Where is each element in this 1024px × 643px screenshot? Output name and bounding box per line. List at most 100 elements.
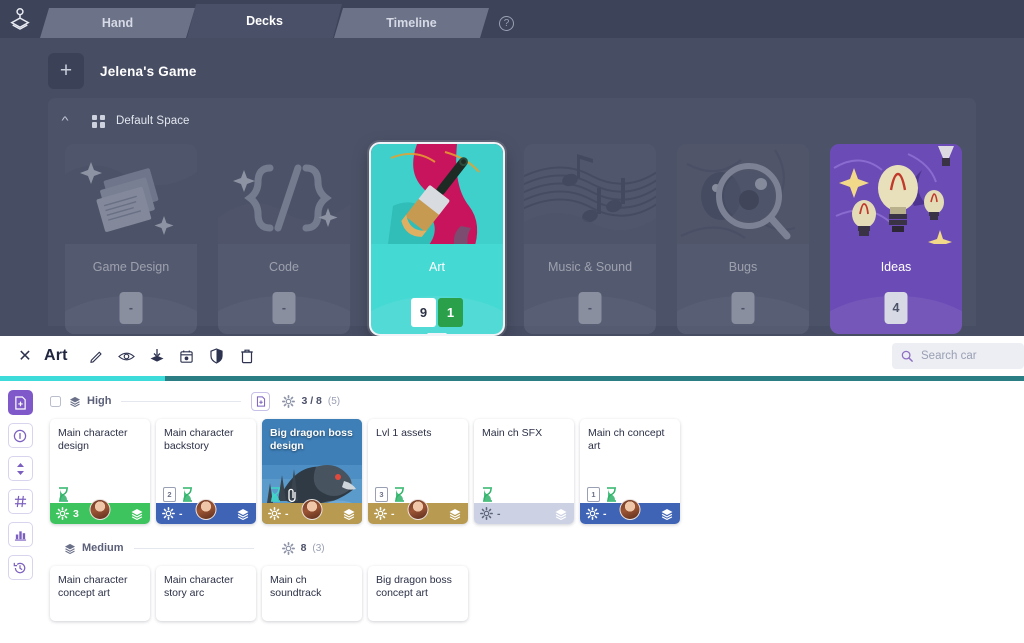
- task-card[interactable]: Main character design 3: [50, 419, 150, 524]
- hourglass-icon: [481, 487, 494, 502]
- task-card[interactable]: Main ch SFX -: [474, 419, 574, 524]
- avatar: [302, 499, 323, 520]
- group-stat-sub: (5): [328, 396, 340, 407]
- card-count: -: [497, 508, 501, 520]
- task-card[interactable]: Lvl 1 assets 3 -: [368, 419, 468, 524]
- deck-card-game-design[interactable]: Game Design -: [65, 144, 197, 334]
- grid-icon: [92, 115, 105, 128]
- space-panel: ^ Default Space: [48, 98, 976, 326]
- gear-icon: [162, 507, 175, 520]
- decks-board: + Jelena's Game ^ Default Space: [0, 38, 1024, 336]
- sidebar-item-history[interactable]: [8, 555, 33, 580]
- calendar-icon[interactable]: [172, 341, 202, 371]
- card-layers-icon-wrap: [554, 508, 568, 520]
- layers-icon: [130, 508, 144, 520]
- deck-card-ideas[interactable]: Ideas 4: [830, 144, 962, 334]
- deck-detail-panel: ✕ Art Search car: [0, 336, 1024, 643]
- group-stat-value: 3 / 8: [301, 395, 321, 407]
- deck-artwork: [65, 144, 197, 252]
- card-title: Lvl 1 assets: [368, 419, 468, 440]
- detail-sidebar: [0, 381, 40, 643]
- card-title: Main ch concept art: [580, 419, 680, 454]
- history-icon: [13, 561, 27, 575]
- space-header[interactable]: ^ Default Space: [48, 106, 976, 136]
- gear-icon: [282, 395, 295, 408]
- card-layers-icon-wrap: [130, 508, 144, 520]
- card-meta-icons: [57, 487, 70, 502]
- deck-label: Game Design: [65, 260, 197, 274]
- deck-body: Bugs -: [677, 244, 809, 334]
- space-name: Default Space: [116, 115, 190, 127]
- sidebar-item-add-card[interactable]: [8, 390, 33, 415]
- chevron-up-icon[interactable]: ^: [62, 115, 81, 127]
- deck-artwork: [218, 144, 350, 252]
- tab-hand[interactable]: Hand: [40, 8, 195, 38]
- card-footer: -: [262, 503, 362, 524]
- deck-body: Music & Sound -: [524, 244, 656, 334]
- sidebar-item-stats[interactable]: [8, 522, 33, 547]
- deck-list: Game Design -: [48, 136, 976, 334]
- gear-icon: [480, 507, 493, 520]
- checklist-badge: 1: [587, 487, 600, 502]
- deck-card-art[interactable]: Art 9 1: [371, 144, 503, 334]
- pencil-icon[interactable]: [82, 341, 112, 371]
- bug-magnifier-art-icon: [677, 144, 809, 252]
- trash-icon[interactable]: [232, 341, 262, 371]
- task-card[interactable]: Big dragon boss concept art: [368, 566, 468, 621]
- group-stat-sub: (3): [312, 543, 324, 554]
- task-card[interactable]: Main character story arc: [156, 566, 256, 621]
- task-card[interactable]: Main character backstory 2 -: [156, 419, 256, 524]
- tab-decks[interactable]: Decks: [187, 4, 342, 38]
- card-title: Main character backstory: [156, 419, 256, 454]
- detail-content: High 3 / 8 (5) Main character design: [0, 381, 1024, 643]
- task-card[interactable]: Big dragon boss design -: [262, 419, 362, 524]
- layers-icon: [448, 508, 462, 520]
- deck-card-code[interactable]: Code -: [218, 144, 350, 334]
- card-count: 3: [73, 508, 79, 520]
- group-select-checkbox[interactable]: [50, 396, 61, 407]
- card-footer: -: [580, 503, 680, 524]
- close-icon[interactable]: ✕: [10, 341, 40, 371]
- tab-timeline[interactable]: Timeline: [334, 8, 489, 38]
- search-input[interactable]: Search car: [892, 343, 1024, 369]
- eye-icon[interactable]: [112, 341, 142, 371]
- gear-icon: [282, 542, 295, 555]
- card-footer: -: [156, 503, 256, 524]
- group-stats: 8 (3): [282, 542, 325, 555]
- gear-icon: [56, 507, 69, 520]
- card-title: Main character design: [50, 419, 150, 454]
- deck-body: Art 9 1: [371, 244, 503, 334]
- deck-label: Bugs: [677, 260, 809, 274]
- card-title: Main character story arc: [156, 566, 256, 601]
- task-card[interactable]: Main character concept art: [50, 566, 150, 621]
- layers-icon: [69, 396, 81, 407]
- card-count: -: [603, 508, 607, 520]
- deck-card-music-and-sound[interactable]: Music & Sound -: [524, 144, 656, 334]
- add-card-icon: [14, 396, 27, 410]
- card-meta-icons: [269, 487, 298, 502]
- hash-icon: [14, 495, 27, 508]
- sidebar-item-tags[interactable]: [8, 489, 33, 514]
- task-card[interactable]: Main ch concept art 1 -: [580, 419, 680, 524]
- sidebar-item-info[interactable]: [8, 423, 33, 448]
- deck-artwork: [830, 144, 962, 252]
- deck-count-badge: -: [732, 292, 755, 324]
- layers-icon: [236, 508, 250, 520]
- shield-icon[interactable]: [202, 341, 232, 371]
- card-title: Main ch soundtrack: [262, 566, 362, 601]
- help-icon[interactable]: ?: [499, 16, 514, 31]
- card-row-high: Main character design 3 Ma: [44, 413, 1024, 524]
- card-footer: -: [474, 503, 574, 524]
- card-count: -: [285, 508, 289, 520]
- search-placeholder: Search car: [921, 350, 977, 362]
- add-deck-button[interactable]: +: [48, 53, 84, 89]
- gear-icon: [586, 507, 599, 520]
- task-card[interactable]: Main ch soundtrack: [262, 566, 362, 621]
- card-meta-icons: 2: [163, 487, 194, 502]
- archive-icon[interactable]: [142, 341, 172, 371]
- deck-body: Code -: [218, 244, 350, 334]
- sidebar-item-sort[interactable]: [8, 456, 33, 481]
- app-logo[interactable]: [0, 0, 40, 38]
- group-add-card-button[interactable]: [251, 392, 270, 411]
- deck-card-bugs[interactable]: Bugs -: [677, 144, 809, 334]
